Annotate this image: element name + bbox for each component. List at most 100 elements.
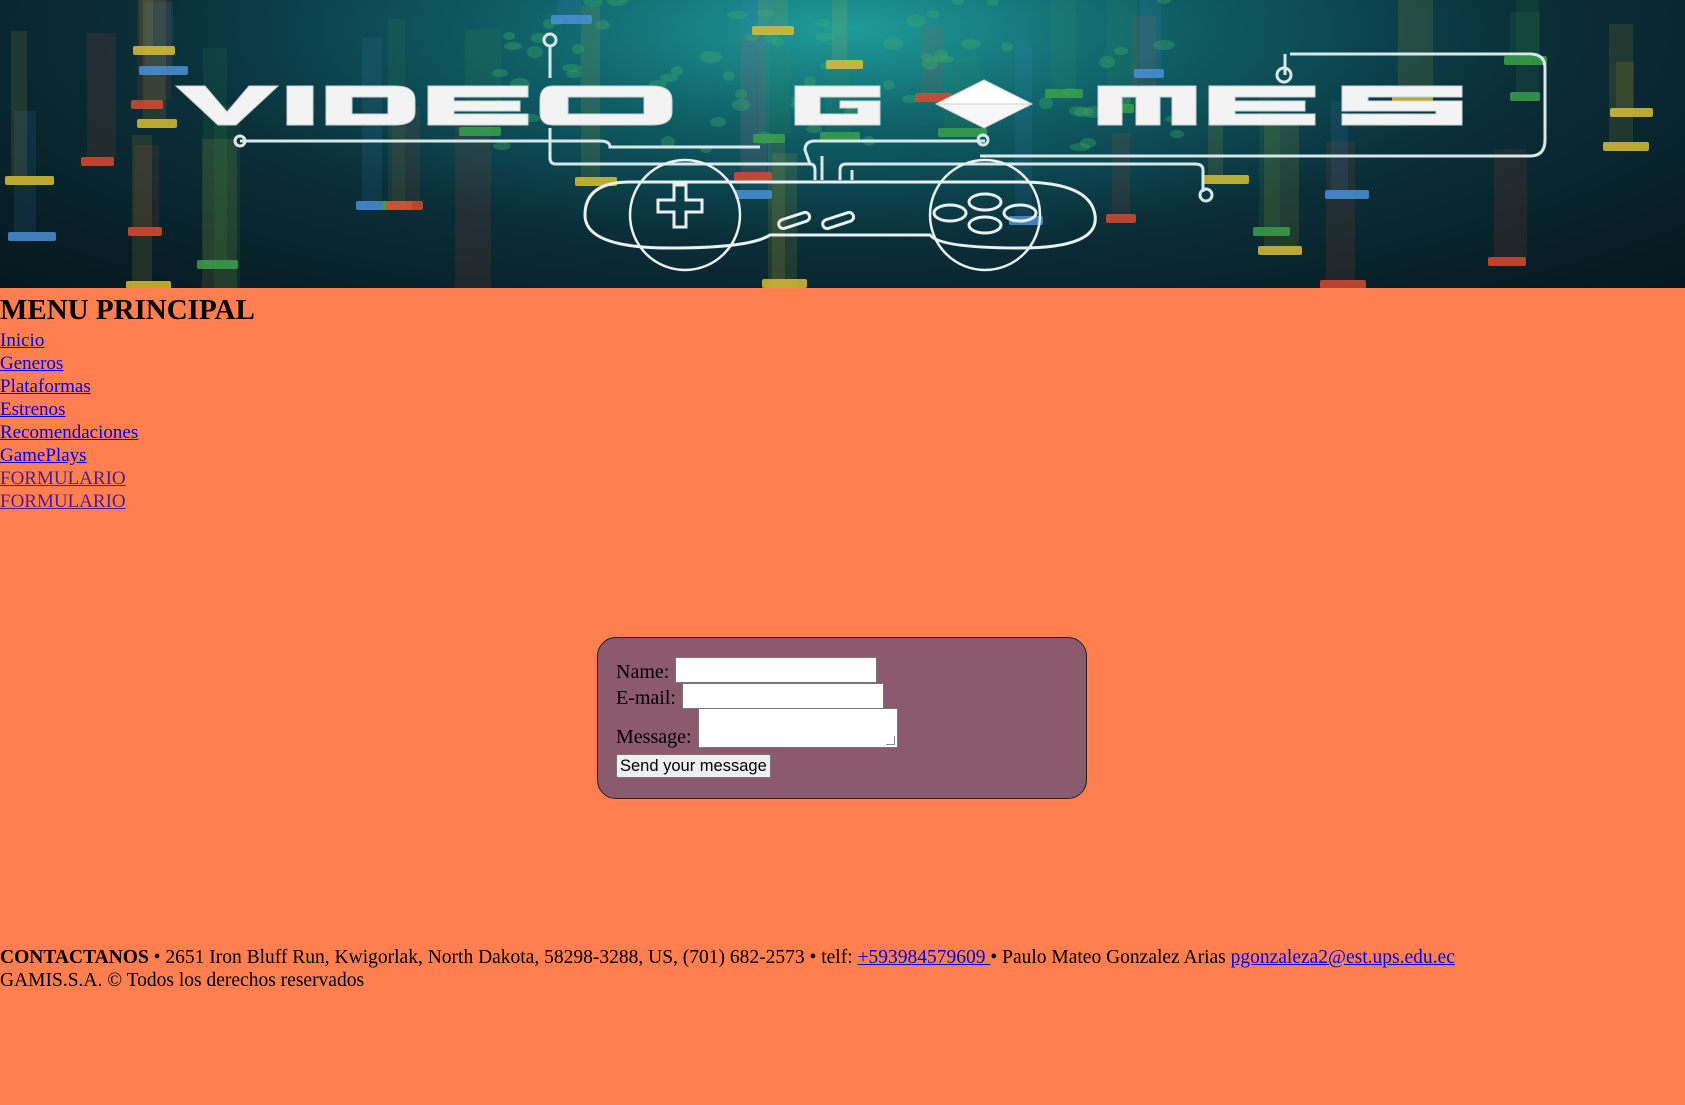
colored-tile	[752, 26, 794, 35]
dot	[732, 99, 750, 111]
colored-tile	[1325, 190, 1369, 199]
dot	[492, 69, 508, 77]
dot	[1080, 138, 1096, 148]
dot	[952, 0, 964, 5]
dot	[493, 142, 511, 150]
contact-heading: CONTACTANOS	[0, 947, 149, 968]
light-streak	[557, 0, 581, 15]
email-input[interactable]	[681, 683, 884, 709]
menu-link-estrenos[interactable]: Estrenos	[0, 399, 65, 420]
menu-link-formulario[interactable]: FORMULARIO	[0, 468, 126, 489]
colored-tile	[826, 60, 863, 69]
colored-tile	[137, 119, 177, 128]
light-streak	[1516, 0, 1539, 92]
dot	[961, 39, 981, 49]
dot	[700, 51, 722, 63]
light-streak	[1112, 133, 1130, 214]
dot	[727, 11, 747, 19]
dot	[757, 9, 775, 17]
light-streak	[772, 153, 797, 288]
footer: CONTACTANOS • 2651 Iron Bluff Run, Kwigo…	[0, 946, 1455, 992]
contact-form: Name: E-mail: Message: Send your message	[597, 637, 1087, 799]
colored-tile	[128, 227, 162, 236]
colored-tile	[1488, 257, 1526, 266]
email-row: E-mail:	[616, 683, 884, 709]
colored-tile	[139, 66, 188, 75]
dot	[562, 64, 582, 72]
menu-link-formulario-2[interactable]: FORMULARIO	[0, 491, 126, 512]
menu-link-plataformas[interactable]: Plataformas	[0, 376, 91, 397]
menu-link-generos[interactable]: Generos	[0, 353, 63, 374]
dot	[504, 42, 522, 50]
colored-tile	[8, 232, 56, 241]
dot	[1153, 40, 1175, 50]
footer-contact-line: CONTACTANOS • 2651 Iron Bluff Run, Kwigo…	[0, 946, 1455, 969]
dot	[987, 0, 999, 6]
dot	[1170, 130, 1184, 138]
light-streak	[87, 33, 116, 157]
light-streak	[145, 2, 173, 66]
dot	[671, 66, 683, 76]
colored-tile	[1320, 280, 1366, 288]
author-text: • Paulo Mateo Gonzalez Arias	[990, 947, 1231, 968]
menu-item: Generos	[0, 352, 400, 375]
colored-tile	[1202, 175, 1249, 184]
colored-tile	[133, 46, 175, 55]
dot	[883, 38, 903, 50]
dot	[883, 80, 895, 90]
light-streak	[832, 0, 847, 60]
email-label: E-mail:	[616, 687, 676, 709]
colored-tile	[1510, 92, 1540, 101]
light-streak	[1264, 116, 1299, 246]
light-streak	[1140, 0, 1161, 69]
colored-tile	[459, 127, 501, 136]
menu-heading: MENU PRINCIPAL	[0, 294, 255, 326]
colored-tile	[131, 100, 163, 109]
light-streak	[1616, 62, 1634, 108]
menu-item: FORMULARIO	[0, 490, 400, 513]
name-input[interactable]	[675, 657, 878, 683]
menu-item: Estrenos	[0, 398, 400, 421]
light-streak	[1015, 40, 1032, 216]
dot	[735, 89, 747, 99]
dot	[815, 19, 831, 27]
address-text: • 2651 Iron Bluff Run, Kwigorlak, North …	[148, 947, 858, 968]
dot	[1099, 56, 1115, 68]
resize-handle-icon[interactable]	[885, 736, 895, 745]
menu-link-gameplays[interactable]: GamePlays	[0, 445, 87, 466]
light-streak	[1494, 149, 1527, 257]
dot	[1039, 97, 1053, 109]
banner-light-streaks	[11, 0, 1634, 288]
colored-tile	[1253, 227, 1290, 236]
colored-tile	[1134, 69, 1164, 78]
message-textarea[interactable]	[697, 708, 898, 748]
menu-link-recomendaciones[interactable]: Recomendaciones	[0, 422, 138, 443]
name-row: Name:	[616, 657, 878, 683]
name-label: Name:	[616, 661, 670, 683]
light-streak	[465, 30, 501, 127]
colored-tile	[1258, 246, 1302, 255]
send-message-button[interactable]: Send your message	[616, 754, 771, 778]
colored-tile	[1106, 214, 1136, 223]
dot	[927, 10, 939, 18]
dot	[723, 71, 735, 81]
dot	[583, 0, 603, 7]
menu-list: Inicio Generos Plataformas Estrenos Reco…	[0, 329, 400, 513]
colored-tile	[197, 260, 238, 269]
phone-link[interactable]: +593984579609	[858, 947, 991, 968]
dot	[906, 15, 926, 27]
menu-item: FORMULARIO	[0, 467, 400, 490]
light-streak	[455, 113, 491, 288]
colored-tile	[386, 201, 423, 210]
menu-link-inicio[interactable]: Inicio	[0, 330, 44, 351]
dot	[503, 32, 515, 40]
colored-tile	[735, 190, 772, 199]
colored-tile	[5, 176, 54, 185]
colored-tile	[126, 281, 171, 288]
dot	[606, 0, 628, 6]
email-link[interactable]: pgonzaleza2@est.ups.edu.ec	[1231, 947, 1455, 968]
dot	[1114, 47, 1128, 55]
dot	[815, 33, 835, 41]
light-streak	[134, 145, 159, 227]
dot	[572, 44, 584, 54]
